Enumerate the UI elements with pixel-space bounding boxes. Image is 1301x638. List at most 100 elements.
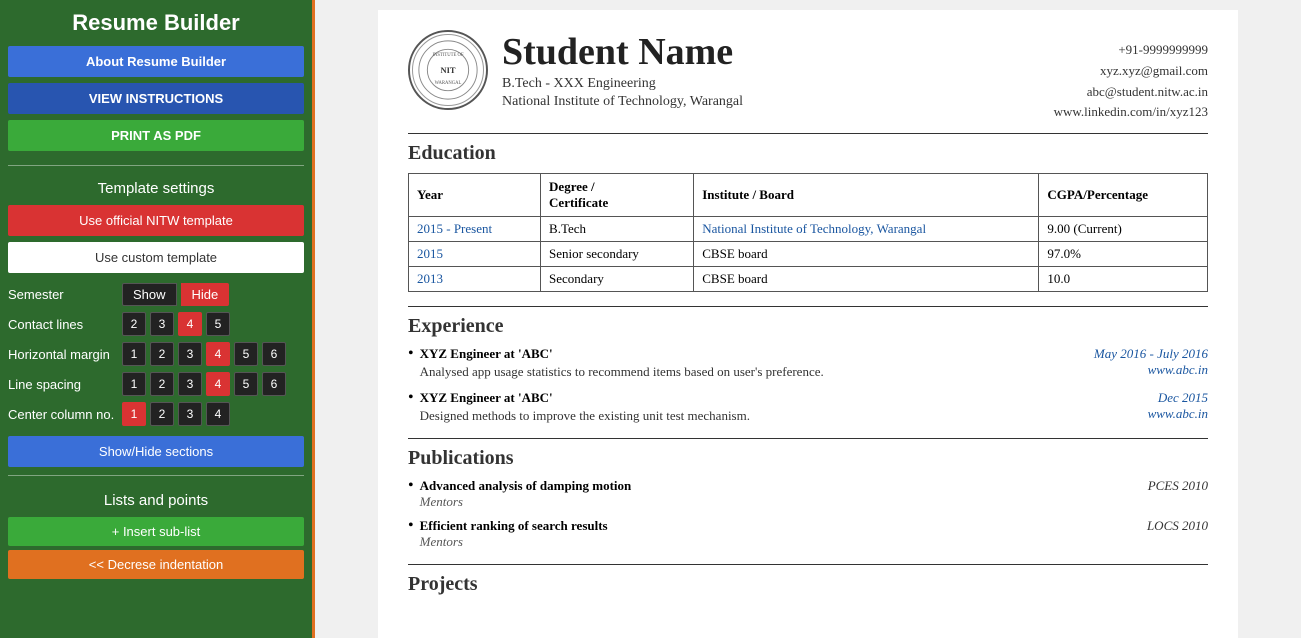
center-column-label: Center column no.	[8, 407, 118, 422]
education-heading: Education	[408, 142, 1208, 165]
pub-venue-2: LOCS 2010	[1147, 518, 1208, 534]
logo-inner: INSTITUTE OF NIT WARANGAL	[412, 34, 484, 106]
divider-1	[8, 165, 304, 166]
exp-bullet-row-2: • XYZ Engineer at 'ABC' Dec 2015 Designe…	[408, 390, 1208, 424]
projects-section: Projects	[408, 573, 1208, 596]
student-degree: B.Tech - XXX Engineering	[502, 76, 743, 92]
student-institute: National Institute of Technology, Warang…	[502, 94, 743, 110]
resume-paper: INSTITUTE OF NIT WARANGAL Student Name B…	[378, 10, 1238, 638]
education-section: Education Year Degree /Certificate Insti…	[408, 142, 1208, 292]
centercol-3[interactable]: 3	[178, 402, 202, 426]
edu-degree-1: B.Tech	[541, 217, 694, 242]
hmargin-5[interactable]: 5	[234, 342, 258, 366]
exp-header-1: XYZ Engineer at 'ABC' May 2016 - July 20…	[420, 346, 1208, 362]
edu-year-1: 2015 - Present	[409, 217, 541, 242]
edu-inst-1: National Institute of Technology, Warang…	[694, 217, 1039, 242]
header-divider	[408, 133, 1208, 134]
exp-divider	[408, 438, 1208, 439]
projects-heading: Projects	[408, 573, 1208, 596]
centercol-4[interactable]: 4	[206, 402, 230, 426]
resume-header: INSTITUTE OF NIT WARANGAL Student Name B…	[408, 30, 1208, 123]
edu-cgpa-2: 97.0%	[1039, 242, 1208, 267]
horizontal-margin-label: Horizontal margin	[8, 347, 118, 362]
contact-num-2[interactable]: 2	[122, 312, 146, 336]
pub-sub-1: Mentors	[420, 494, 1208, 510]
semester-row: Semester Show Hide	[8, 283, 304, 306]
header-right: +91-9999999999 xyz.xyz@gmail.com abc@stu…	[1054, 30, 1208, 123]
hmargin-6[interactable]: 6	[262, 342, 286, 366]
lspacing-3[interactable]: 3	[178, 372, 202, 396]
experience-section: Experience • XYZ Engineer at 'ABC' May 2…	[408, 315, 1208, 424]
pub-content-2: Efficient ranking of search results LOCS…	[420, 518, 1208, 550]
edu-cgpa-1: 9.00 (Current)	[1039, 217, 1208, 242]
exp-desc-1: Analysed app usage statistics to recomme…	[420, 364, 824, 380]
divider-2	[8, 475, 304, 476]
student-email1: xyz.xyz@gmail.com	[1054, 61, 1208, 82]
hmargin-2[interactable]: 2	[150, 342, 174, 366]
print-pdf-button[interactable]: PRINT AS PDF	[8, 120, 304, 151]
pub-bullet-2: •	[408, 517, 414, 535]
lspacing-5[interactable]: 5	[234, 372, 258, 396]
pub-content-1: Advanced analysis of damping motion PCES…	[420, 478, 1208, 510]
edu-col-institute: Institute / Board	[694, 174, 1039, 217]
exp-content-2: XYZ Engineer at 'ABC' Dec 2015 Designed …	[420, 390, 1208, 424]
student-linkedin: www.linkedin.com/in/xyz123	[1054, 102, 1208, 123]
use-custom-template-button[interactable]: Use custom template	[8, 242, 304, 273]
view-instructions-button[interactable]: VIEW INSTRUCTIONS	[8, 83, 304, 114]
hmargin-3[interactable]: 3	[178, 342, 202, 366]
centercol-1[interactable]: 1	[122, 402, 146, 426]
pub-bullet-1: •	[408, 477, 414, 495]
exp-title-2: XYZ Engineer at 'ABC'	[420, 390, 553, 406]
bullet-icon-1: •	[408, 345, 414, 363]
pub-header-1: Advanced analysis of damping motion PCES…	[420, 478, 1208, 494]
pub-bullet-row-1: • Advanced analysis of damping motion PC…	[408, 478, 1208, 510]
show-hide-sections-button[interactable]: Show/Hide sections	[8, 436, 304, 467]
bullet-icon-2: •	[408, 389, 414, 407]
about-button[interactable]: About Resume Builder	[8, 46, 304, 77]
contact-num-5[interactable]: 5	[206, 312, 230, 336]
publications-heading: Publications	[408, 447, 1208, 470]
student-name: Student Name	[502, 30, 743, 74]
semester-show-button[interactable]: Show	[122, 283, 177, 306]
education-table: Year Degree /Certificate Institute / Boa…	[408, 173, 1208, 292]
semester-label: Semester	[8, 287, 118, 302]
resume-area: INSTITUTE OF NIT WARANGAL Student Name B…	[315, 0, 1301, 638]
list-item: • XYZ Engineer at 'ABC' Dec 2015 Designe…	[408, 390, 1208, 424]
edu-col-cgpa: CGPA/Percentage	[1039, 174, 1208, 217]
decrease-indent-button[interactable]: << Decrese indentation	[8, 550, 304, 579]
exp-link-1: www.abc.in	[1148, 362, 1208, 380]
lspacing-1[interactable]: 1	[122, 372, 146, 396]
exp-content-1: XYZ Engineer at 'ABC' May 2016 - July 20…	[420, 346, 1208, 380]
table-row: 2013 Secondary CBSE board 10.0	[409, 267, 1208, 292]
student-email2: abc@student.nitw.ac.in	[1054, 82, 1208, 103]
line-spacing-label: Line spacing	[8, 377, 118, 392]
lists-title: Lists and points	[8, 492, 304, 509]
edu-year-2: 2015	[409, 242, 541, 267]
semester-hide-button[interactable]: Hide	[181, 283, 230, 306]
semester-show-hide: Show Hide	[122, 283, 229, 306]
contact-lines-row: Contact lines 2 3 4 5	[8, 312, 304, 336]
exp-date-2: Dec 2015	[1158, 390, 1208, 406]
svg-text:NIT: NIT	[440, 65, 455, 75]
pub-title-1: Advanced analysis of damping motion	[420, 478, 632, 494]
lspacing-6[interactable]: 6	[262, 372, 286, 396]
exp-desc-row-1: Analysed app usage statistics to recomme…	[420, 362, 1208, 380]
pub-divider	[408, 564, 1208, 565]
exp-desc-row-2: Designed methods to improve the existing…	[420, 406, 1208, 424]
publications-section: Publications • Advanced analysis of damp…	[408, 447, 1208, 550]
hmargin-4[interactable]: 4	[206, 342, 230, 366]
institute-logo: INSTITUTE OF NIT WARANGAL	[408, 30, 488, 110]
svg-text:WARANGAL: WARANGAL	[435, 81, 462, 86]
exp-desc-2: Designed methods to improve the existing…	[420, 408, 750, 424]
hmargin-1[interactable]: 1	[122, 342, 146, 366]
contact-num-4[interactable]: 4	[178, 312, 202, 336]
pub-title-2: Efficient ranking of search results	[420, 518, 608, 534]
centercol-2[interactable]: 2	[150, 402, 174, 426]
insert-sublist-button[interactable]: + Insert sub-list	[8, 517, 304, 546]
contact-num-3[interactable]: 3	[150, 312, 174, 336]
lspacing-2[interactable]: 2	[150, 372, 174, 396]
template-settings-title: Template settings	[8, 180, 304, 197]
lspacing-4[interactable]: 4	[206, 372, 230, 396]
edu-degree-2: Senior secondary	[541, 242, 694, 267]
use-official-template-button[interactable]: Use official NITW template	[8, 205, 304, 236]
